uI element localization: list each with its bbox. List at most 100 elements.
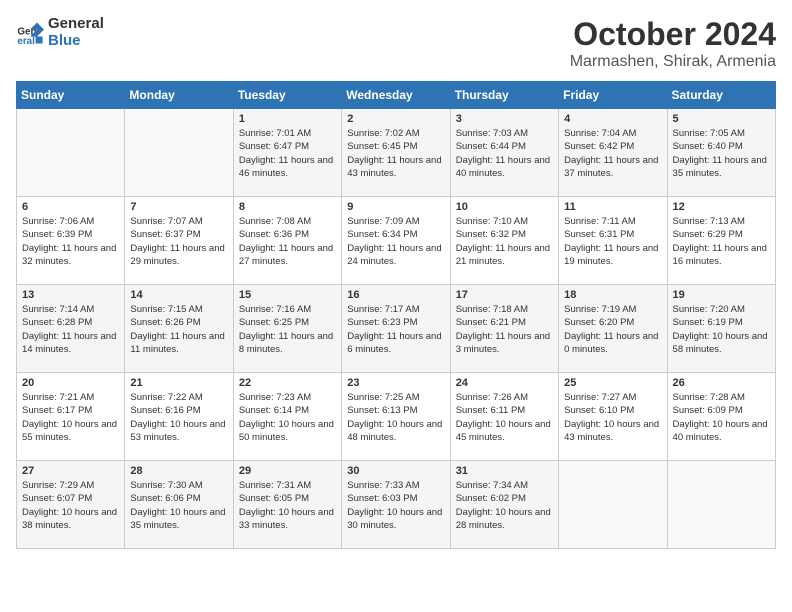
calendar-cell <box>667 461 775 549</box>
day-number: 28 <box>130 465 227 477</box>
calendar-cell: 9Sunrise: 7:09 AMSunset: 6:34 PMDaylight… <box>342 197 450 285</box>
day-header-sunday: Sunday <box>17 82 125 109</box>
calendar-cell <box>559 461 667 549</box>
calendar-cell: 12 Sunrise: 7:13 AMSunset: 6:29 PMDayligh… <box>667 197 775 285</box>
calendar-cell: 25 Sunrise: 7:27 AMSunset: 6:10 PMDayligh… <box>559 373 667 461</box>
calendar-cell: 24Sunrise: 7:26 AMSunset: 6:11 PMDayligh… <box>450 373 558 461</box>
calendar-cell: 29Sunrise: 7:31 AMSunset: 6:05 PMDayligh… <box>233 461 341 549</box>
calendar-cell: 16 Sunrise: 7:17 AMSunset: 6:23 PMDayligh… <box>342 285 450 373</box>
day-detail: Sunrise: 7:22 AMSunset: 6:16 PMDaylight:… <box>130 391 227 444</box>
day-header-monday: Monday <box>125 82 233 109</box>
day-number: 3 <box>456 113 553 125</box>
day-number: 29 <box>239 465 336 477</box>
day-detail: Sunrise: 7:08 AMSunset: 6:36 PMDaylight:… <box>239 215 336 268</box>
day-detail: Sunrise: 7:13 AMSunset: 6:29 PMDaylight:… <box>673 215 770 268</box>
day-number: 14 <box>130 289 227 301</box>
day-detail: Sunrise: 7:10 AMSunset: 6:32 PMDaylight:… <box>456 215 553 268</box>
day-number: 16 <box>347 289 444 301</box>
calendar-cell: 1 Sunrise: 7:01 AMSunset: 6:47 PMDaylight… <box>233 109 341 197</box>
day-detail: Sunrise: 7:21 AMSunset: 6:17 PMDaylight:… <box>22 391 119 444</box>
calendar-week-1: 1 Sunrise: 7:01 AMSunset: 6:47 PMDaylight… <box>17 109 776 197</box>
day-number: 4 <box>564 113 661 125</box>
day-detail: Sunrise: 7:30 AMSunset: 6:06 PMDaylight:… <box>130 479 227 532</box>
day-number: 18 <box>564 289 661 301</box>
day-number: 5 <box>673 113 770 125</box>
day-detail: Sunrise: 7:28 AMSunset: 6:09 PMDaylight:… <box>673 391 770 444</box>
day-detail: Sunrise: 7:14 AMSunset: 6:28 PMDaylight:… <box>22 303 119 356</box>
day-number: 30 <box>347 465 444 477</box>
day-number: 10 <box>456 201 553 213</box>
calendar-cell: 19 Sunrise: 7:20 AMSunset: 6:19 PMDayligh… <box>667 285 775 373</box>
calendar-cell: 2Sunrise: 7:02 AMSunset: 6:45 PMDaylight… <box>342 109 450 197</box>
day-header-friday: Friday <box>559 82 667 109</box>
day-detail: Sunrise: 7:25 AMSunset: 6:13 PMDaylight:… <box>347 391 444 444</box>
calendar-table: SundayMondayTuesdayWednesdayThursdayFrid… <box>16 81 776 549</box>
day-number: 31 <box>456 465 553 477</box>
title-block: October 2024 Marmashen, Shirak, Armenia <box>570 16 776 71</box>
day-number: 22 <box>239 377 336 389</box>
day-number: 9 <box>347 201 444 213</box>
day-header-wednesday: Wednesday <box>342 82 450 109</box>
day-detail: Sunrise: 7:06 AMSunset: 6:39 PMDaylight:… <box>22 215 119 268</box>
day-number: 1 <box>239 113 336 125</box>
calendar-cell: 20 Sunrise: 7:21 AMSunset: 6:17 PMDayligh… <box>17 373 125 461</box>
calendar-cell: 8 Sunrise: 7:08 AMSunset: 6:36 PMDaylight… <box>233 197 341 285</box>
day-number: 2 <box>347 113 444 125</box>
day-number: 8 <box>239 201 336 213</box>
day-number: 20 <box>22 377 119 389</box>
day-detail: Sunrise: 7:19 AMSunset: 6:20 PMDaylight:… <box>564 303 661 356</box>
logo: Gen eral General Blue <box>16 16 104 49</box>
day-number: 12 <box>673 201 770 213</box>
day-number: 11 <box>564 201 661 213</box>
day-detail: Sunrise: 7:27 AMSunset: 6:10 PMDaylight:… <box>564 391 661 444</box>
day-detail: Sunrise: 7:20 AMSunset: 6:19 PMDaylight:… <box>673 303 770 356</box>
calendar-cell: 6 Sunrise: 7:06 AMSunset: 6:39 PMDaylight… <box>17 197 125 285</box>
day-header-thursday: Thursday <box>450 82 558 109</box>
calendar-cell: 27Sunrise: 7:29 AMSunset: 6:07 PMDayligh… <box>17 461 125 549</box>
day-detail: Sunrise: 7:04 AMSunset: 6:42 PMDaylight:… <box>564 127 661 180</box>
calendar-body: 1 Sunrise: 7:01 AMSunset: 6:47 PMDaylight… <box>17 109 776 549</box>
calendar-cell: 10 Sunrise: 7:10 AMSunset: 6:32 PMDayligh… <box>450 197 558 285</box>
calendar-header: SundayMondayTuesdayWednesdayThursdayFrid… <box>17 82 776 109</box>
day-detail: Sunrise: 7:29 AMSunset: 6:07 PMDaylight:… <box>22 479 119 532</box>
calendar-week-4: 20 Sunrise: 7:21 AMSunset: 6:17 PMDayligh… <box>17 373 776 461</box>
calendar-cell: 28 Sunrise: 7:30 AMSunset: 6:06 PMDayligh… <box>125 461 233 549</box>
calendar-cell: 7Sunrise: 7:07 AMSunset: 6:37 PMDaylight… <box>125 197 233 285</box>
calendar-cell: 14 Sunrise: 7:15 AMSunset: 6:26 PMDayligh… <box>125 285 233 373</box>
day-number: 19 <box>673 289 770 301</box>
day-detail: Sunrise: 7:18 AMSunset: 6:21 PMDaylight:… <box>456 303 553 356</box>
day-detail: Sunrise: 7:15 AMSunset: 6:26 PMDaylight:… <box>130 303 227 356</box>
day-detail: Sunrise: 7:17 AMSunset: 6:23 PMDaylight:… <box>347 303 444 356</box>
day-detail: Sunrise: 7:23 AMSunset: 6:14 PMDaylight:… <box>239 391 336 444</box>
calendar-cell: 5 Sunrise: 7:05 AMSunset: 6:40 PMDaylight… <box>667 109 775 197</box>
page-header: Gen eral General Blue October 2024 Marma… <box>16 16 776 71</box>
calendar-cell: 18 Sunrise: 7:19 AMSunset: 6:20 PMDayligh… <box>559 285 667 373</box>
calendar-week-3: 13Sunrise: 7:14 AMSunset: 6:28 PMDayligh… <box>17 285 776 373</box>
calendar-cell: 31Sunrise: 7:34 AMSunset: 6:02 PMDayligh… <box>450 461 558 549</box>
calendar-cell: 21 Sunrise: 7:22 AMSunset: 6:16 PMDayligh… <box>125 373 233 461</box>
day-detail: Sunrise: 7:11 AMSunset: 6:31 PMDaylight:… <box>564 215 661 268</box>
location-subtitle: Marmashen, Shirak, Armenia <box>570 53 776 71</box>
day-number: 17 <box>456 289 553 301</box>
calendar-cell: 15 Sunrise: 7:16 AMSunset: 6:25 PMDayligh… <box>233 285 341 373</box>
month-year-title: October 2024 <box>570 16 776 53</box>
day-number: 25 <box>564 377 661 389</box>
day-detail: Sunrise: 7:07 AMSunset: 6:37 PMDaylight:… <box>130 215 227 268</box>
calendar-cell: 4 Sunrise: 7:04 AMSunset: 6:42 PMDaylight… <box>559 109 667 197</box>
day-detail: Sunrise: 7:01 AMSunset: 6:47 PMDaylight:… <box>239 127 336 180</box>
logo-icon: Gen eral <box>16 19 44 47</box>
day-header-tuesday: Tuesday <box>233 82 341 109</box>
day-detail: Sunrise: 7:33 AMSunset: 6:03 PMDaylight:… <box>347 479 444 532</box>
day-number: 6 <box>22 201 119 213</box>
day-detail: Sunrise: 7:16 AMSunset: 6:25 PMDaylight:… <box>239 303 336 356</box>
calendar-cell: 17 Sunrise: 7:18 AMSunset: 6:21 PMDayligh… <box>450 285 558 373</box>
day-detail: Sunrise: 7:03 AMSunset: 6:44 PMDaylight:… <box>456 127 553 180</box>
day-number: 21 <box>130 377 227 389</box>
calendar-week-2: 6 Sunrise: 7:06 AMSunset: 6:39 PMDaylight… <box>17 197 776 285</box>
logo-blue-text: Blue <box>48 33 104 50</box>
calendar-cell: 3 Sunrise: 7:03 AMSunset: 6:44 PMDaylight… <box>450 109 558 197</box>
day-detail: Sunrise: 7:05 AMSunset: 6:40 PMDaylight:… <box>673 127 770 180</box>
calendar-cell <box>17 109 125 197</box>
day-number: 15 <box>239 289 336 301</box>
calendar-cell <box>125 109 233 197</box>
